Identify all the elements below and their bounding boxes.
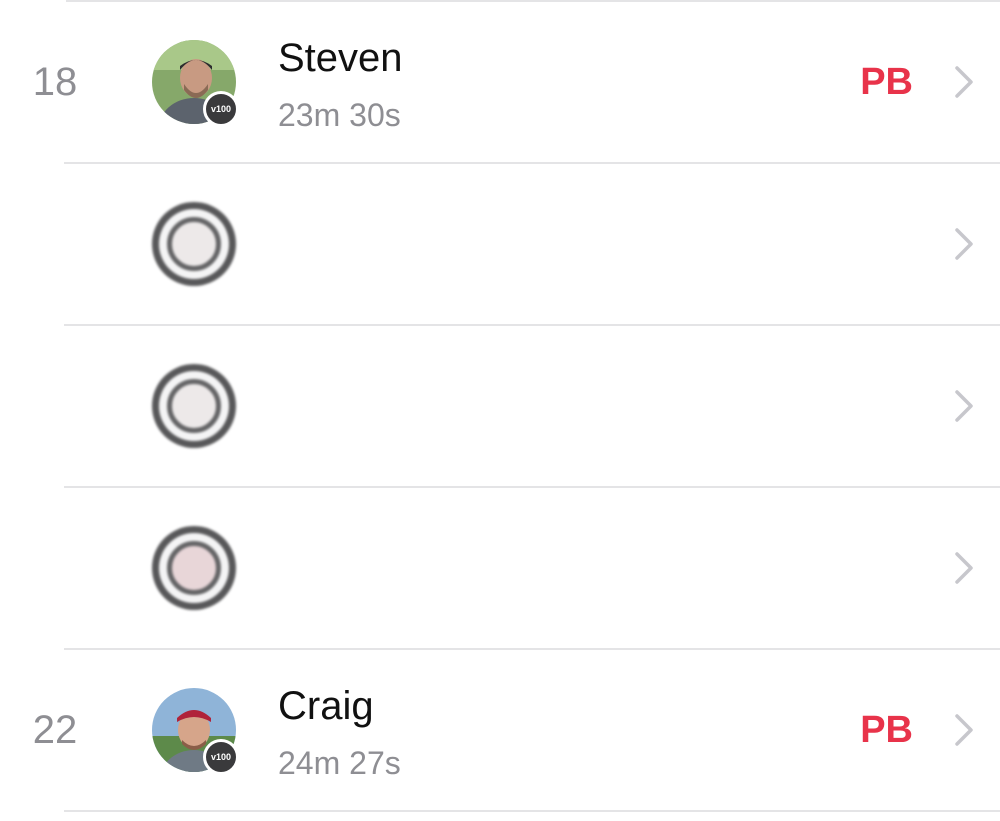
avatar: v100 [152, 40, 239, 127]
chevron-right-icon[interactable] [954, 326, 974, 486]
position-number [0, 488, 110, 648]
position-number: 22 [32, 707, 78, 752]
result-row[interactable]: 18 v100 Steven 23m 30s PB [33, 2, 1000, 164]
position-number: 18 [32, 59, 78, 104]
default-avatar-icon [152, 364, 236, 448]
runner-name: Steven [278, 36, 403, 80]
result-row[interactable] [64, 326, 1000, 488]
default-avatar-icon [152, 526, 236, 610]
results-list: 18 v100 Steven 23m 30s PB 22 v100 Craig … [0, 2, 1000, 812]
chevron-right-icon[interactable] [954, 2, 974, 162]
finish-time: 24m 27s [278, 745, 401, 781]
position-number [0, 326, 110, 486]
finish-time: 23m 30s [278, 97, 401, 133]
chevron-right-icon[interactable] [954, 488, 974, 648]
avatar [152, 526, 236, 610]
personal-best-badge: PB [860, 60, 913, 103]
personal-best-badge: PB [860, 708, 913, 751]
avatar: v100 [152, 688, 239, 775]
default-avatar-icon [152, 202, 236, 286]
result-row[interactable] [64, 164, 1000, 326]
milestone-badge: v100 [203, 91, 239, 127]
position-number [0, 164, 110, 324]
runner-name: Craig [278, 684, 374, 728]
avatar [152, 364, 236, 448]
result-row[interactable] [64, 488, 1000, 650]
result-row[interactable]: 22 v100 Craig 24m 27s PB [33, 650, 1000, 812]
chevron-right-icon[interactable] [954, 164, 974, 324]
chevron-right-icon[interactable] [954, 650, 974, 810]
avatar [152, 202, 236, 286]
milestone-badge: v100 [203, 739, 239, 775]
